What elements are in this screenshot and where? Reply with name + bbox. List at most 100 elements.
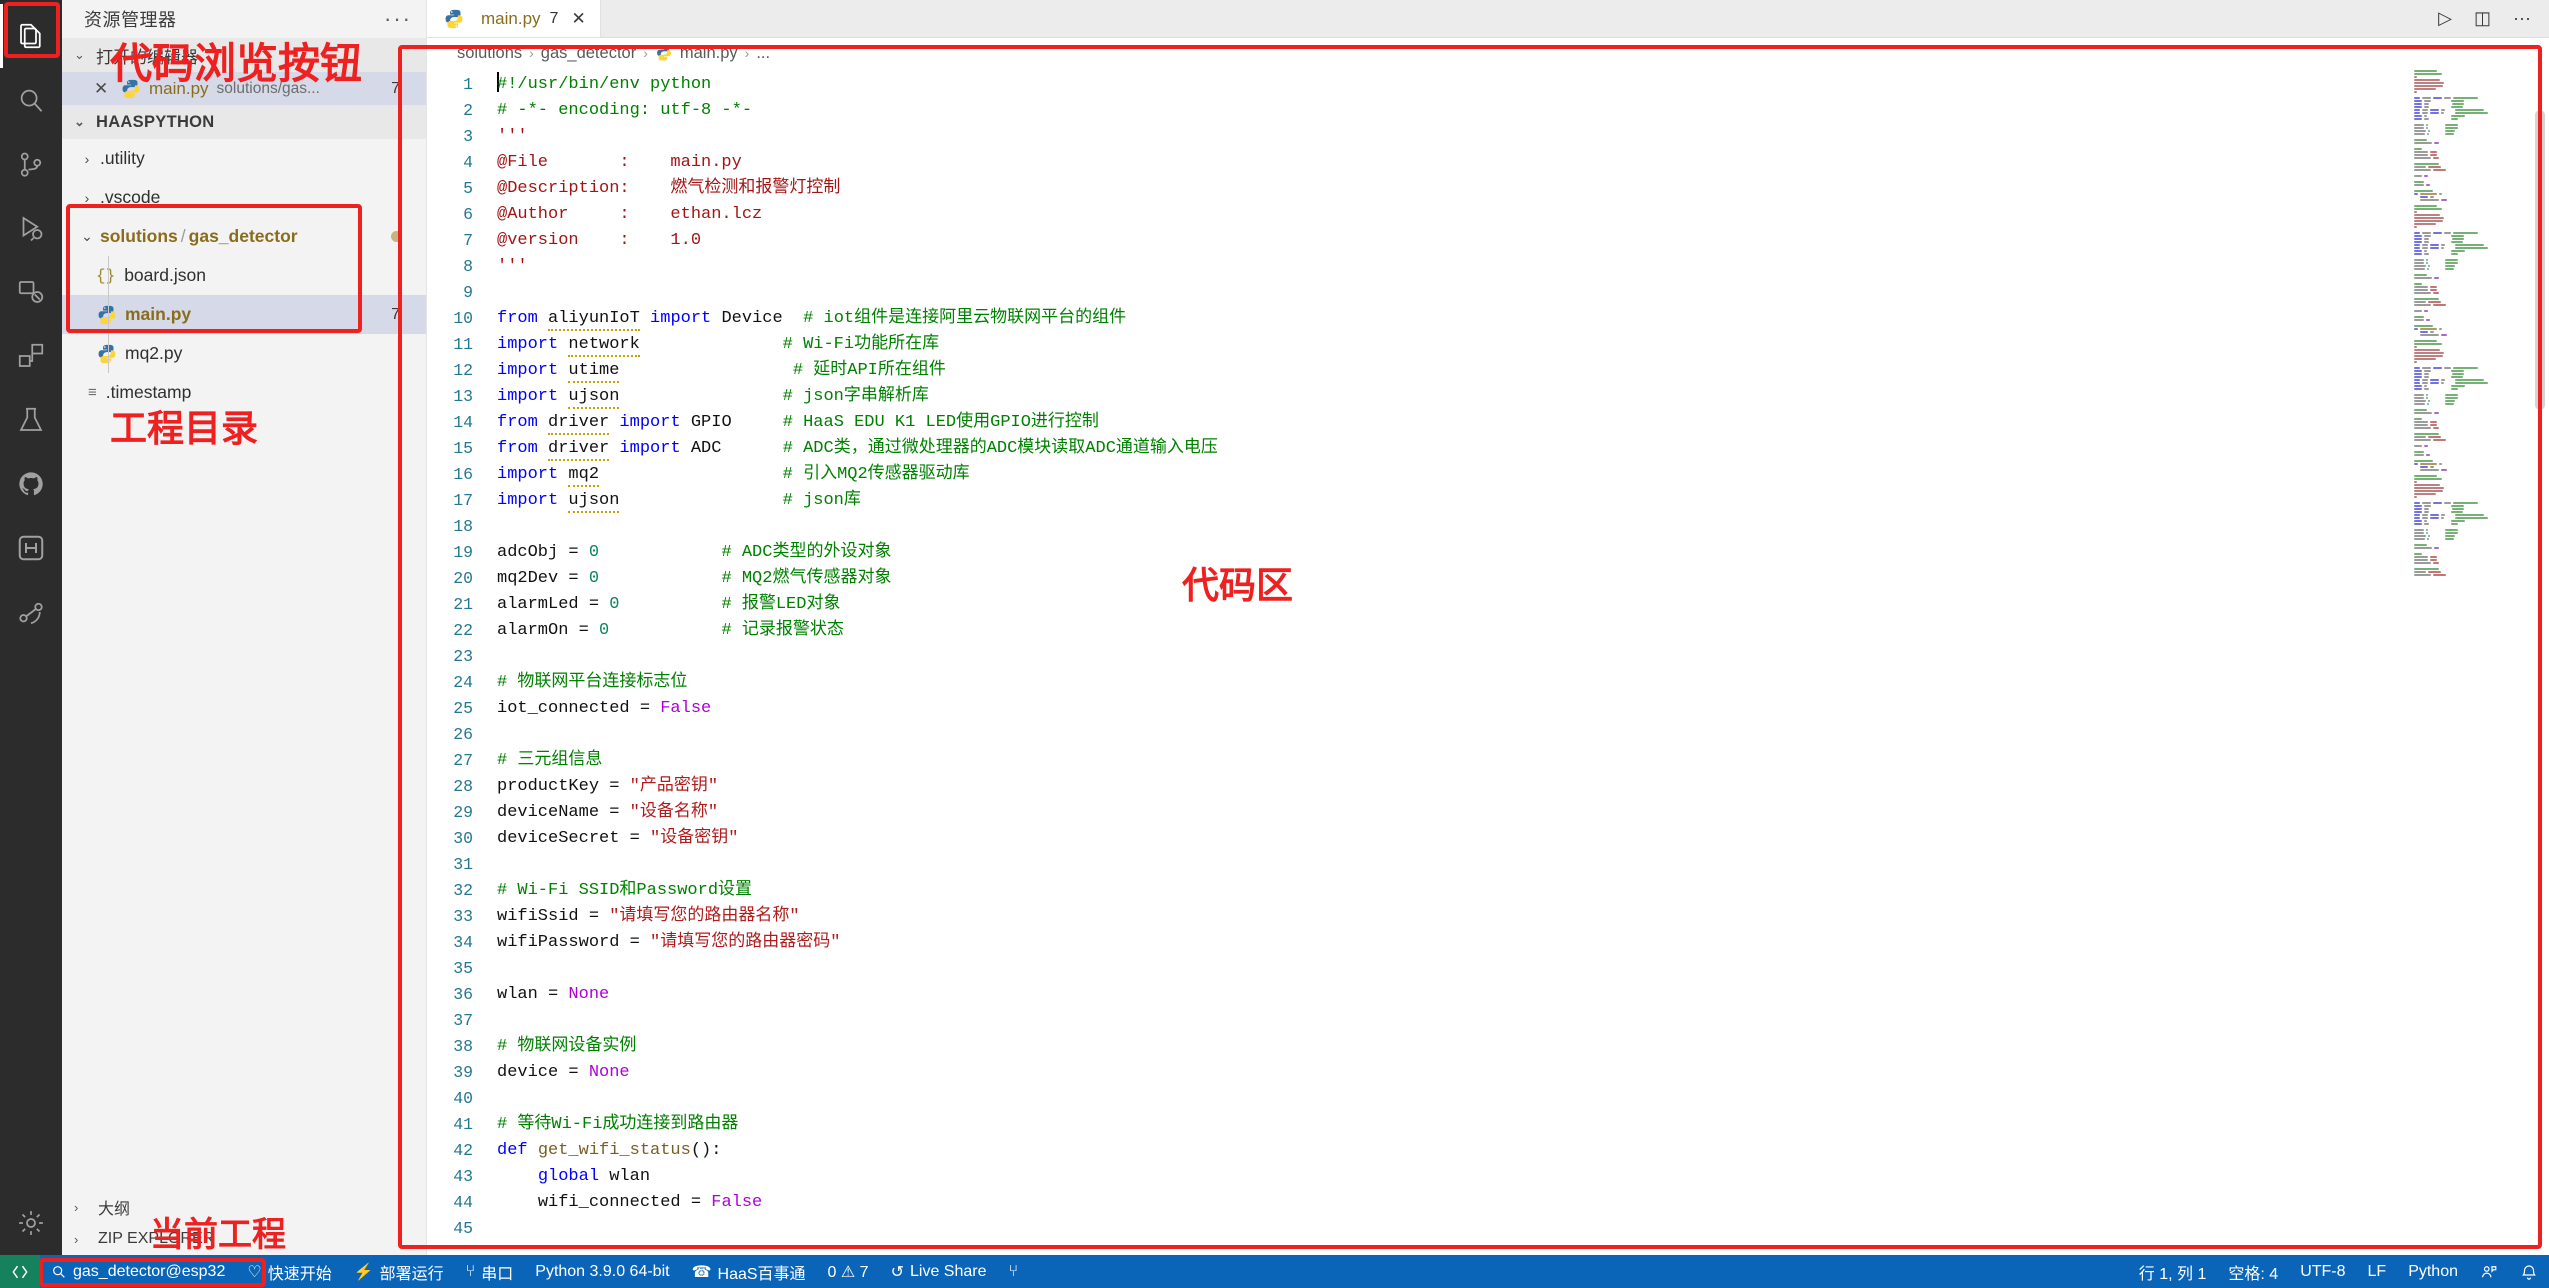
tab-badge: 7 — [549, 9, 559, 27]
activity-item-github[interactable] — [0, 452, 62, 516]
code-line-text: import utime # 延时API所在组件 — [489, 358, 2549, 384]
code-line-text: import ujson # json库 — [489, 488, 2549, 514]
bell-icon — [2522, 1264, 2536, 1280]
code-token: ujson — [568, 387, 620, 409]
tree-item-vscode[interactable]: › .vscode — [62, 178, 426, 217]
status-item-deploy-run[interactable]: ⚡ 部署运行 — [343, 1255, 455, 1288]
status-item-workspace[interactable]: gas_detector@esp32 — [40, 1255, 236, 1288]
python-icon — [656, 45, 671, 61]
status-item-python-version[interactable]: Python 3.9.0 64-bit — [524, 1255, 680, 1288]
line-number: 23 — [453, 647, 473, 666]
code-line-text: wlan = None — [489, 982, 2549, 1008]
code-token: @version : 1.0 — [497, 231, 702, 250]
status-item-notifications[interactable] — [2509, 1255, 2549, 1288]
activity-item-testing[interactable] — [0, 388, 62, 452]
tab-main-py[interactable]: main.py 7 ✕ — [427, 0, 601, 37]
line-number: 10 — [453, 309, 473, 328]
code-token: network — [568, 335, 640, 357]
breadcrumb-item-gas-detector[interactable]: gas_detector — [541, 44, 636, 63]
code-line: 37 — [427, 1008, 2549, 1034]
editor-scrollbar[interactable] — [2533, 68, 2547, 1255]
line-number: 16 — [453, 465, 473, 484]
code-editor[interactable]: 1 #!/usr/bin/env python 2 # -*- encoding: u… — [427, 68, 2549, 1255]
tree-item-board-json[interactable]: {} board.json — [62, 256, 426, 295]
tree-item-label: main.py — [125, 304, 192, 324]
status-item-feedback[interactable] — [2469, 1255, 2509, 1288]
status-item-language-mode[interactable]: Python — [2397, 1255, 2469, 1288]
status-item-haas-help[interactable]: ☎ HaaS百事通 — [681, 1255, 817, 1288]
activity-item-explorer[interactable] — [0, 4, 62, 68]
workspace-label: HAASPYTHON — [96, 112, 215, 131]
activity-item-source-control[interactable] — [0, 132, 62, 196]
open-editor-item-main-py[interactable]: ✕ main.py solutions/gas... 7 — [62, 72, 426, 105]
scrollbar-thumb[interactable] — [2535, 110, 2545, 410]
line-number: 2 — [463, 101, 473, 120]
status-item-encoding[interactable]: UTF-8 — [2289, 1255, 2356, 1288]
code-token: wifi_connected = — [537, 1193, 712, 1212]
status-item-extra[interactable]: ⑂ — [997, 1255, 1029, 1288]
line-number: 37 — [453, 1011, 473, 1030]
breadcrumb-item-main-py[interactable]: main.py — [680, 44, 738, 63]
code-line-text: # 等待Wi-Fi成功连接到路由器 — [489, 1112, 2549, 1138]
line-number: 24 — [453, 673, 473, 692]
line-number: 20 — [453, 569, 473, 588]
python-icon — [445, 9, 463, 28]
status-item-indentation[interactable]: 空格: 4 — [2217, 1255, 2289, 1288]
sidebar-more-icon[interactable]: ··· — [384, 8, 412, 30]
activity-item-remote-explorer[interactable] — [0, 260, 62, 324]
tree-item-timestamp[interactable]: ≡ .timestamp — [62, 373, 426, 412]
activity-item-share[interactable] — [0, 580, 62, 644]
section-open-editors[interactable]: ⌄ 打开的编辑器 — [62, 38, 426, 72]
code-token: # 三元组信息 — [497, 751, 603, 770]
search-icon — [20, 89, 43, 112]
split-editor-icon[interactable]: ◫ — [2474, 8, 2491, 29]
code-token: wlan — [609, 1167, 651, 1186]
files-icon — [20, 23, 41, 49]
more-actions-icon[interactable]: ··· — [2513, 8, 2531, 29]
remote-indicator[interactable] — [0, 1255, 40, 1288]
activity-item-extensions[interactable] — [0, 324, 62, 388]
section-workspace[interactable]: ⌄ HAASPYTHON — [62, 105, 426, 139]
line-number: 21 — [453, 595, 473, 614]
tree-item-solutions-gas-detector[interactable]: ⌄ solutions / gas_detector — [62, 217, 426, 256]
section-zip-explorer[interactable]: › ZIP EXPLORER — [62, 1223, 426, 1255]
section-outline[interactable]: › 大纲 — [62, 1191, 426, 1223]
status-live-share-label: Live Share — [909, 1262, 987, 1280]
activity-item-run-debug[interactable] — [0, 196, 62, 260]
code-token: import — [497, 387, 569, 406]
code-line: 7 @version : 1.0 — [427, 228, 2549, 254]
activity-item-search[interactable] — [0, 68, 62, 132]
close-icon[interactable]: ✕ — [571, 9, 585, 29]
code-line: 26 — [427, 722, 2549, 748]
code-token: utime — [568, 361, 620, 383]
status-item-cursor-position[interactable]: 行 1, 列 1 — [2128, 1255, 2218, 1288]
status-item-quick-start[interactable]: ♡ 快速开始 — [236, 1255, 342, 1288]
tree-item-mq2-py[interactable]: mq2.py — [62, 334, 426, 373]
code-line: 6 @Author : ethan.lcz — [427, 202, 2549, 228]
tree-item-label: .vscode — [100, 187, 161, 207]
tree-item-utility[interactable]: › .utility — [62, 139, 426, 178]
code-token: adcObj = — [497, 543, 589, 562]
code-lines-container: 1 #!/usr/bin/env python 2 # -*- encoding: u… — [427, 68, 2549, 1255]
tree-item-main-py[interactable]: main.py 7 — [62, 295, 426, 334]
status-item-eol[interactable]: LF — [2357, 1255, 2398, 1288]
activity-item-settings[interactable] — [0, 1191, 62, 1255]
code-line-text — [489, 280, 2549, 306]
line-number: 17 — [453, 491, 473, 510]
tree-item-label: .timestamp — [105, 382, 192, 402]
status-item-serial-port[interactable]: ⑂ 串口 — [455, 1255, 525, 1288]
line-number: 27 — [453, 751, 473, 770]
code-line: 22 alarmOn = 0 # 记录报警状态 — [427, 618, 2549, 644]
source-control-icon — [20, 152, 42, 177]
run-file-icon[interactable]: ▷ — [2438, 8, 2452, 29]
activity-item-haas[interactable] — [0, 516, 62, 580]
code-line-text: wifiSsid = "请填写您的路由器名称" — [489, 904, 2549, 930]
status-item-live-share[interactable]: ↺ Live Share — [880, 1255, 998, 1288]
status-item-problems[interactable]: 0 ⚠ 7 — [817, 1255, 880, 1288]
code-token: # json库 — [782, 491, 861, 510]
close-icon[interactable]: ✕ — [94, 79, 120, 99]
breadcrumb-item-solutions[interactable]: solutions — [457, 44, 522, 63]
breadcrumb-item-more[interactable]: ... — [756, 44, 770, 63]
